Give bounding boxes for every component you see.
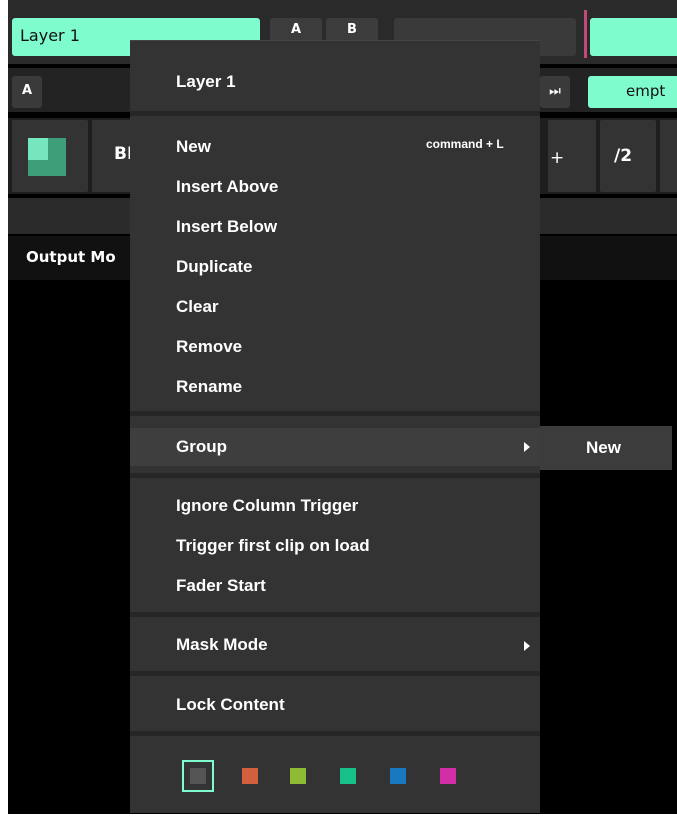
shortcut-new: command + L (426, 137, 504, 151)
color-swatch-magenta[interactable] (440, 768, 456, 784)
menu-item-lock-content[interactable]: Lock Content (176, 695, 285, 715)
color-swatch-teal[interactable] (340, 768, 356, 784)
skip-next-button[interactable]: ⏭ (540, 76, 570, 108)
menu-item-fader-start[interactable]: Fader Start (176, 576, 266, 596)
menu-item-group-label: Group (176, 437, 227, 456)
a-label: A (290, 22, 302, 37)
color-swatch-orange[interactable] (242, 768, 258, 784)
menu-item-rename[interactable]: Rename (176, 377, 242, 397)
playhead-marker (584, 10, 587, 58)
menu-separator (130, 612, 540, 617)
divide-label: /2 (614, 146, 633, 166)
row-a-button[interactable]: A (12, 76, 42, 108)
extra-cell[interactable] (660, 120, 677, 192)
menu-separator (130, 111, 540, 116)
layer-context-menu: Layer 1 New command + L Insert Above Ins… (130, 40, 540, 813)
submenu-item-new[interactable]: New (586, 438, 621, 458)
clip-name-label: empt (626, 82, 666, 100)
menu-item-mask-mode[interactable]: Mask Mode (176, 635, 268, 655)
layer-name-label: Layer 1 (20, 26, 80, 45)
active-clip-slot[interactable] (590, 18, 677, 56)
clip-name-pill[interactable]: empt (588, 76, 677, 108)
submenu-arrow-icon (524, 641, 530, 651)
menu-item-remove[interactable]: Remove (176, 337, 242, 357)
menu-title: Layer 1 (176, 72, 236, 91)
b-label: B (347, 22, 357, 37)
menu-separator (130, 473, 540, 478)
color-swatch-lime[interactable] (290, 768, 306, 784)
layer-thumbnail-highlight (28, 138, 48, 160)
menu-item-ignore-column-trigger[interactable]: Ignore Column Trigger (176, 496, 358, 516)
plus-label: + (550, 148, 565, 168)
menu-item-insert-above[interactable]: Insert Above (176, 177, 278, 197)
output-label: Output Mo (26, 248, 116, 266)
color-swatch-blue[interactable] (390, 768, 406, 784)
row-a-label: A (22, 83, 33, 98)
submenu-arrow-icon (524, 442, 530, 452)
menu-item-clear[interactable]: Clear (176, 297, 219, 317)
menu-item-duplicate[interactable]: Duplicate (176, 257, 253, 277)
menu-item-insert-below[interactable]: Insert Below (176, 217, 277, 237)
color-swatch-gray[interactable] (190, 768, 206, 784)
menu-separator (130, 411, 540, 416)
menu-item-trigger-first-clip[interactable]: Trigger first clip on load (176, 536, 370, 556)
menu-item-new[interactable]: New (176, 137, 211, 157)
group-submenu: New (540, 426, 672, 470)
menu-separator (130, 671, 540, 676)
menu-separator (130, 731, 540, 736)
